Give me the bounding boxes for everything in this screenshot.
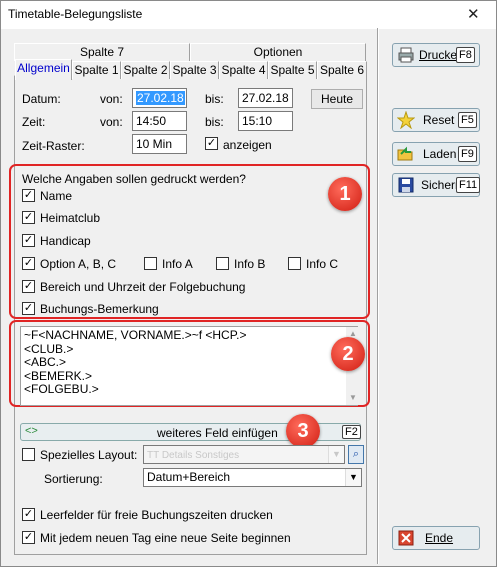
name-checkbox[interactable]: ✓ <box>22 189 35 202</box>
handicap-checkbox[interactable]: ✓ <box>22 234 35 247</box>
panel-separator <box>377 28 379 564</box>
load-shortcut: F9 <box>458 146 477 162</box>
today-button[interactable]: Heute <box>311 89 363 109</box>
tab-spalte-5[interactable]: Spalte 5 <box>268 61 317 79</box>
date-to-input[interactable]: 27.02.18 <box>238 88 293 108</box>
window-title: Timetable-Belegungsliste <box>8 7 143 21</box>
save-button[interactable]: Sichern F11 <box>392 173 481 197</box>
raster-input[interactable]: 10 Min <box>132 134 187 154</box>
insert-arrows-icon: <> <box>25 425 38 437</box>
template-editor[interactable]: ~F<NACHNAME, VORNAME.>~f <HCP.> <CLUB.> … <box>20 326 358 406</box>
save-shortcut: F11 <box>456 177 481 193</box>
reset-button[interactable]: Reset F5 <box>392 108 480 132</box>
raster-label: Zeit-Raster: <box>22 139 85 153</box>
folgebuchung-label: Bereich und Uhrzeit der Folgebuchung <box>40 280 246 294</box>
template-line: <CLUB.> <box>24 341 74 356</box>
info-c-checkbox[interactable] <box>288 257 301 270</box>
star-icon <box>397 111 415 129</box>
reset-shortcut: F5 <box>458 112 477 128</box>
template-line: <BEMERK.> <box>24 368 93 383</box>
special-layout-select[interactable]: TT Details Sonstiges ▼ <box>143 445 345 464</box>
chevron-down-icon[interactable]: ▼ <box>345 469 361 486</box>
info-a-label: Info A <box>162 257 193 271</box>
annotation-badge-1: 1 <box>328 177 362 211</box>
title-bar: Timetable-Belegungsliste ✕ <box>1 1 496 29</box>
time-label: Zeit: <box>22 115 46 129</box>
heimatclub-checkbox[interactable]: ✓ <box>22 211 35 224</box>
time-to-label: bis: <box>205 115 224 129</box>
info-b-label: Info B <box>234 257 266 271</box>
tab-allgemein[interactable]: Allgemein <box>15 59 72 80</box>
sort-label: Sortierung: <box>44 472 103 486</box>
date-to-label: bis: <box>205 92 224 106</box>
tab-spalte-4[interactable]: Spalte 4 <box>219 61 268 79</box>
sort-select[interactable]: Datum+Bereich ▼ <box>143 468 362 487</box>
new-page-checkbox[interactable]: ✓ <box>22 531 35 544</box>
option-abc-checkbox[interactable]: ✓ <box>22 257 35 270</box>
name-label: Name <box>40 189 73 203</box>
info-a-checkbox[interactable] <box>144 257 157 270</box>
template-line: <ABC.> <box>24 355 67 369</box>
print-button[interactable]: Drucken F8 <box>392 43 480 67</box>
time-from-label: von: <box>100 115 123 129</box>
tab-spalte-6[interactable]: Spalte 6 <box>317 61 367 79</box>
close-icon <box>398 530 414 546</box>
info-b-checkbox[interactable] <box>216 257 229 270</box>
option-abc-label: Option A, B, C <box>40 257 117 271</box>
folder-open-icon <box>397 146 413 161</box>
tab-spalte-3[interactable]: Spalte 3 <box>170 61 219 79</box>
floppy-disk-icon <box>398 177 414 193</box>
annotation-badge-3: 3 <box>286 414 320 448</box>
template-line: <FOLGEBU.> <box>24 382 99 396</box>
tab-spalte-2[interactable]: Spalte 2 <box>121 61 170 79</box>
chevron-down-icon[interactable]: ▼ <box>328 446 344 463</box>
empty-slots-checkbox[interactable]: ✓ <box>22 508 35 521</box>
close-icon[interactable]: ✕ <box>467 5 480 23</box>
layout-search-button[interactable]: ⌕ <box>348 445 364 464</box>
template-line: ~F<NACHNAME, VORNAME.>~f <HCP.> <box>24 328 247 342</box>
tab-spalte-1[interactable]: Spalte 1 <box>72 61 121 79</box>
insert-field-label: weiteres Feld einfügen <box>157 426 278 440</box>
folgebuchung-checkbox[interactable]: ✓ <box>22 280 35 293</box>
date-from-input[interactable]: 27.02.18 <box>132 88 187 108</box>
insert-field-shortcut: F2 <box>342 425 361 439</box>
handicap-label: Handicap <box>40 234 91 248</box>
annotation-badge-2: 2 <box>331 337 365 371</box>
search-icon: ⌕ <box>352 448 360 460</box>
time-from-input[interactable]: 14:50 <box>132 111 187 131</box>
end-button[interactable]: Ende <box>392 526 480 550</box>
info-c-label: Info C <box>306 257 339 271</box>
bemerkung-label: Buchungs-Bemerkung <box>40 302 159 316</box>
print-shortcut: F8 <box>456 47 475 63</box>
time-to-input[interactable]: 15:10 <box>238 111 293 131</box>
load-button[interactable]: Laden F9 <box>392 142 480 166</box>
special-layout-label: Spezielles Layout: <box>40 448 138 462</box>
empty-slots-label: Leerfelder für freie Buchungszeiten druc… <box>40 508 273 522</box>
printer-icon <box>398 47 414 63</box>
show-raster-label: anzeigen <box>223 138 272 152</box>
date-from-label: von: <box>100 92 123 106</box>
show-raster-checkbox[interactable]: ✓ <box>205 137 218 150</box>
scroll-down-icon[interactable]: ▼ <box>349 393 357 402</box>
date-label: Datum: <box>22 92 61 106</box>
special-layout-checkbox[interactable] <box>22 448 35 461</box>
bemerkung-checkbox[interactable]: ✓ <box>22 302 35 315</box>
tab-optionen[interactable]: Optionen <box>190 43 366 61</box>
print-fields-question: Welche Angaben sollen gedruckt werden? <box>22 172 246 186</box>
new-page-label: Mit jedem neuen Tag eine neue Seite begi… <box>40 531 291 545</box>
heimatclub-label: Heimatclub <box>40 211 101 225</box>
